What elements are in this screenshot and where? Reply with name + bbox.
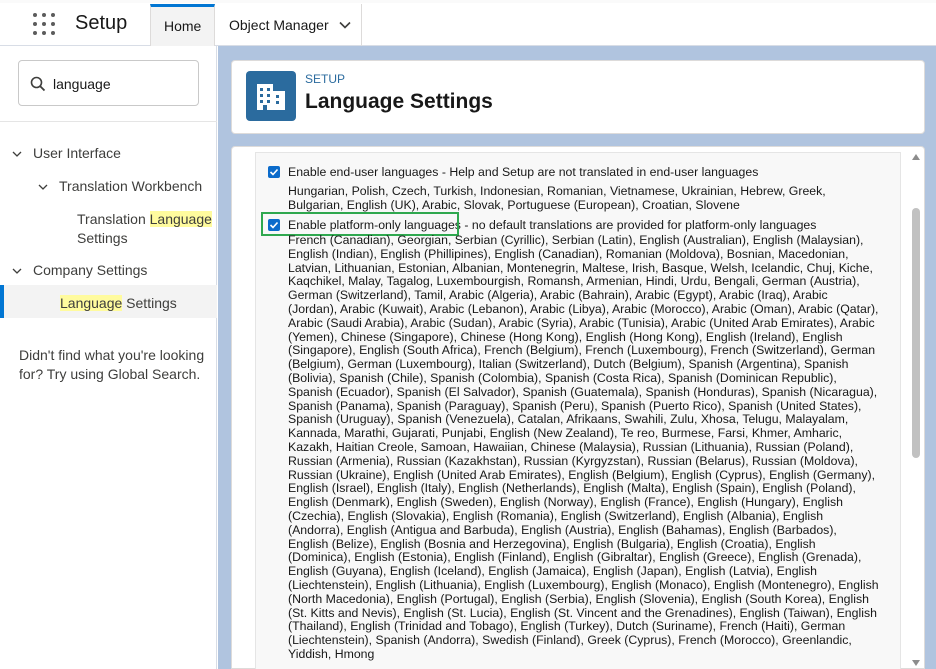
scroll-up-arrow-icon[interactable] — [912, 154, 920, 160]
scroll-down-arrow-icon[interactable] — [912, 660, 920, 666]
search-highlight: Language — [149, 211, 212, 227]
end-user-languages-label: Enable end-user languages - Help and Set… — [288, 165, 759, 179]
tree-item-translation-language-settings[interactable]: Translation Language Settings — [77, 210, 213, 248]
chevron-down-icon[interactable] — [12, 266, 22, 276]
search-icon — [30, 76, 46, 92]
quick-find-box — [18, 60, 199, 106]
quick-find-input[interactable] — [53, 73, 193, 95]
tree-item-label-part: Settings — [122, 295, 177, 311]
tree-item-label: Company Settings — [33, 262, 148, 278]
end-user-languages-checkbox[interactable] — [268, 166, 280, 178]
app-title: Setup — [75, 12, 128, 34]
building-icon — [246, 71, 296, 121]
language-settings-panel: Enable end-user languages - Help and Set… — [255, 152, 901, 669]
checkmark-icon — [269, 168, 279, 176]
tree-item-company-settings[interactable]: Company Settings — [12, 261, 147, 280]
tree-item-label: Translation Workbench — [59, 178, 203, 194]
platform-only-languages-list: French (Canadian), Georgian, Serbian (Cy… — [288, 233, 879, 661]
page-header: SETUP Language Settings — [231, 60, 925, 134]
panel-scrollbar[interactable] — [910, 152, 922, 669]
quick-find-help-text: Didn't find what you're looking for? Try… — [19, 347, 205, 382]
main-content: SETUP Language Settings Enable end-user … — [218, 46, 936, 669]
chevron-down-icon[interactable] — [339, 19, 351, 31]
tab-home-label: Home — [164, 18, 202, 34]
sidebar-divider — [0, 121, 217, 122]
tree-item-translation-workbench[interactable]: Translation Workbench — [38, 177, 202, 196]
scroll-thumb[interactable] — [912, 208, 920, 458]
global-header: Setup Home Object Manager — [0, 0, 936, 46]
tree-item-language-settings[interactable]: Language Settings — [60, 294, 177, 313]
chevron-down-icon[interactable] — [12, 149, 22, 159]
search-highlight: Language — [60, 295, 123, 311]
end-user-languages-list: Hungarian, Polish, Czech, Turkish, Indon… — [288, 184, 826, 212]
chevron-down-icon[interactable] — [38, 182, 48, 192]
tab-object-manager[interactable]: Object Manager — [216, 4, 362, 46]
waffle-icon[interactable] — [33, 13, 55, 35]
tree-item-label: User Interface — [33, 145, 121, 161]
header-accent — [0, 0, 936, 3]
setup-sidebar: User Interface Translation Workbench Tra… — [0, 46, 217, 669]
settings-card: Enable end-user languages - Help and Set… — [231, 146, 925, 669]
tree-item-label-part: Translation — [77, 211, 150, 227]
tree-item-label-part: Settings — [77, 230, 128, 246]
platform-only-label-rest: - no default translations are provided f… — [460, 218, 817, 232]
page-title: Language Settings — [305, 90, 493, 113]
tab-object-manager-label: Object Manager — [229, 17, 329, 33]
tree-item-user-interface[interactable]: User Interface — [12, 144, 121, 163]
page-eyebrow: SETUP — [305, 72, 346, 86]
tab-home[interactable]: Home — [150, 4, 215, 46]
